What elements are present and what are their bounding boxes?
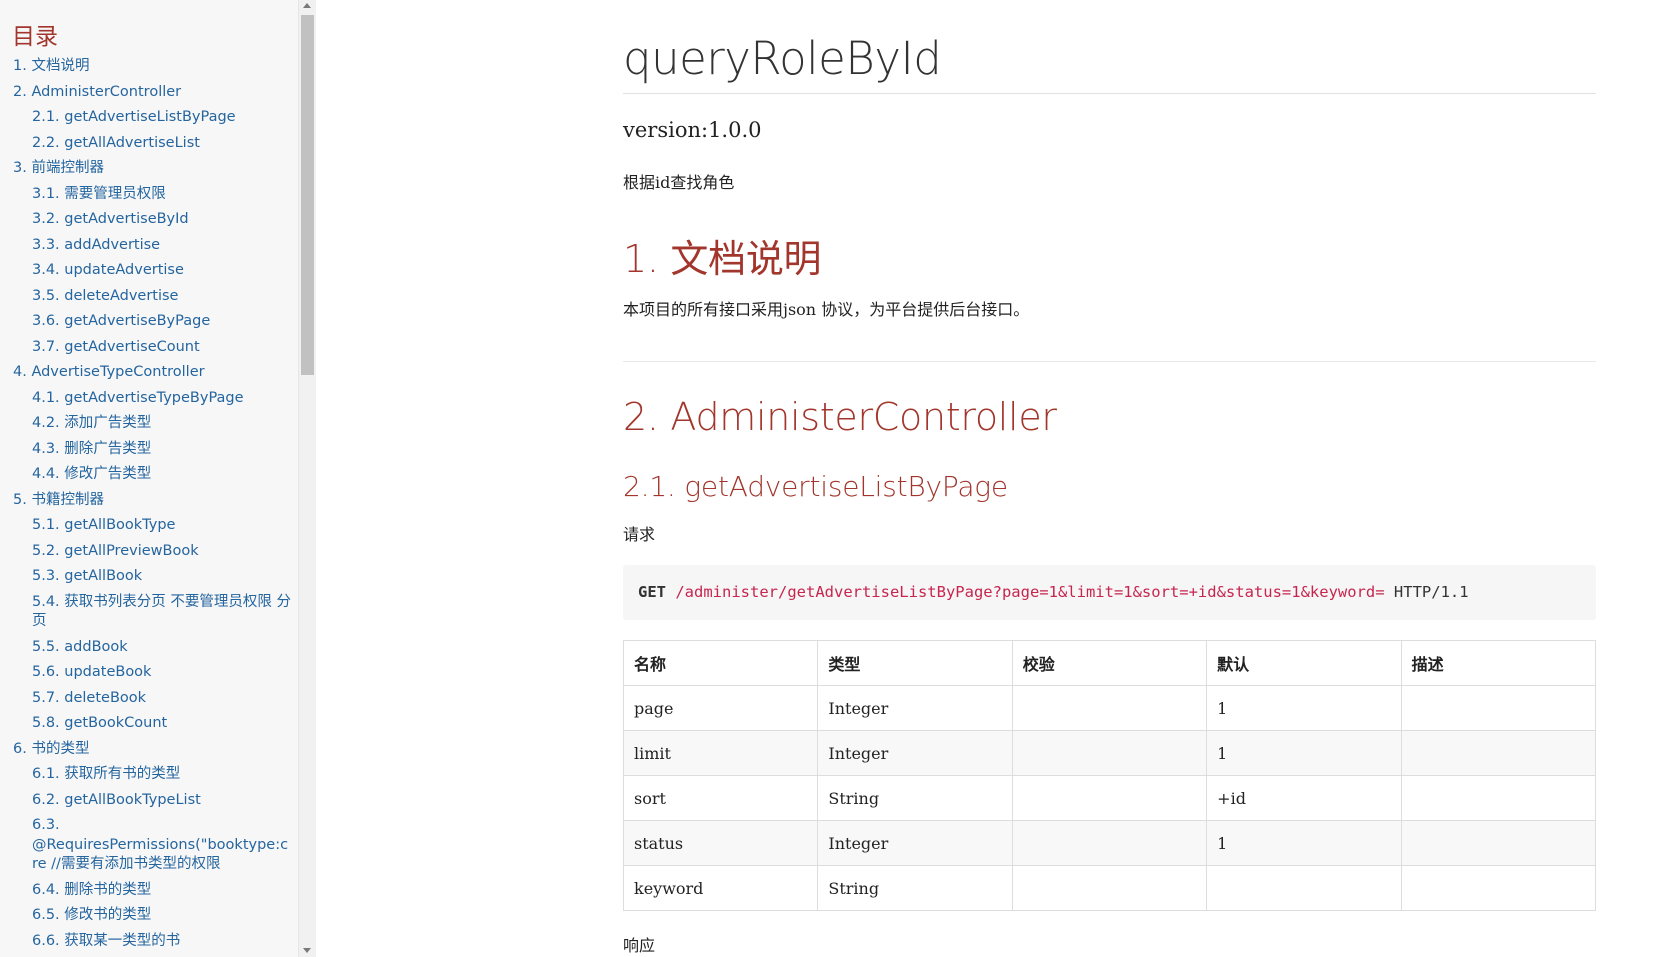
- toc-item[interactable]: 5.5. addBook: [0, 635, 298, 661]
- doc-description: 根据id查找角色: [623, 173, 735, 192]
- table-row: keyword String: [622, 865, 1597, 911]
- params-table-header: 名称 类型 校验 默认 描述: [622, 640, 1597, 686]
- table-cell: 1: [1206, 685, 1402, 731]
- table-cell: [1400, 685, 1597, 731]
- table-cell: [1400, 775, 1597, 821]
- table-cell: limit: [622, 730, 819, 776]
- toc-item[interactable]: 5.4. 获取书列表分页 不要管理员权限 分页: [0, 590, 298, 635]
- toc-item[interactable]: 3.2. getAdvertiseById: [0, 207, 298, 233]
- page-title: queryRoleById: [623, 32, 942, 85]
- http-method: GET: [638, 583, 666, 601]
- toc-item[interactable]: 6.4. 删除书的类型: [0, 878, 298, 904]
- toc-item[interactable]: 6. 书的类型: [0, 737, 298, 763]
- scroll-down-arrow-icon[interactable]: [303, 948, 311, 953]
- table-cell: [1400, 865, 1597, 911]
- toc-item[interactable]: 3.7. getAdvertiseCount: [0, 335, 298, 361]
- toc-item[interactable]: 5.2. getAllPreviewBook: [0, 539, 298, 565]
- table-cell: page: [622, 685, 819, 731]
- toc-item[interactable]: 4.2. 添加广告类型: [0, 411, 298, 437]
- toc-item[interactable]: 6.1. 获取所有书的类型: [0, 762, 298, 788]
- table-cell: [1011, 730, 1208, 776]
- section-heading-admin: 2. AdministerController: [623, 395, 1057, 439]
- table-cell: [1011, 865, 1208, 911]
- section-doc-text: 本项目的所有接口采用json 协议，为平台提供后台接口。: [623, 300, 1030, 319]
- http-version: HTTP/1.1: [1393, 583, 1469, 601]
- toc-item[interactable]: 6.6. 获取某一类型的书: [0, 929, 298, 955]
- table-row: page Integer 1: [622, 685, 1597, 731]
- toc-item[interactable]: 5.1. getAllBookType: [0, 513, 298, 539]
- table-cell: [1400, 730, 1597, 776]
- table-cell: 1: [1206, 820, 1402, 866]
- table-cell: Integer: [817, 730, 1013, 776]
- section-heading-doc: 1. 文档说明: [623, 237, 822, 281]
- table-cell: [1400, 820, 1597, 866]
- toc-item[interactable]: 5. 书籍控制器: [0, 488, 298, 514]
- table-header-cell: 名称: [622, 640, 819, 686]
- toc-item[interactable]: 3.6. getAdvertiseByPage: [0, 309, 298, 335]
- table-cell: 1: [1206, 730, 1402, 776]
- toc-item[interactable]: 5.7. deleteBook: [0, 686, 298, 712]
- toc-item[interactable]: 2.2. getAllAdvertiseList: [0, 131, 298, 157]
- response-label: 响应: [623, 936, 656, 955]
- toc-item[interactable]: 4. AdvertiseTypeController: [0, 360, 298, 386]
- table-cell: [1206, 865, 1402, 911]
- table-row: limit Integer 1: [622, 730, 1597, 776]
- toc-item[interactable]: 2.1. getAdvertiseListByPage: [0, 105, 298, 131]
- table-cell: keyword: [622, 865, 819, 911]
- toc-item[interactable]: 6.3. @RequiresPermissions("booktype:cre …: [0, 813, 298, 878]
- scroll-thumb[interactable]: [301, 15, 314, 375]
- request-url: /administer/getAdvertiseListByPage?page=…: [675, 583, 1385, 601]
- toc-item[interactable]: 2. AdministerController: [0, 80, 298, 106]
- table-header-cell: 类型: [817, 640, 1013, 686]
- table-cell: Integer: [817, 820, 1013, 866]
- table-cell: String: [817, 775, 1013, 821]
- request-code-block: GET /administer/getAdvertiseListByPage?p…: [623, 565, 1596, 620]
- toc-sidebar: 目录 1. 文档说明 2. AdministerController 2.1. ge…: [0, 0, 316, 957]
- toc-item[interactable]: 5.6. updateBook: [0, 660, 298, 686]
- table-cell: Integer: [817, 685, 1013, 731]
- toc-item[interactable]: 3.1. 需要管理员权限: [0, 182, 298, 208]
- table-header-cell: 描述: [1400, 640, 1597, 686]
- toc-item[interactable]: 4.1. getAdvertiseTypeByPage: [0, 386, 298, 412]
- toc-item[interactable]: 3.5. deleteAdvertise: [0, 284, 298, 310]
- toc-scrollbar[interactable]: [298, 0, 316, 957]
- toc-item[interactable]: 3.4. updateAdvertise: [0, 258, 298, 284]
- table-header-cell: 校验: [1011, 640, 1208, 686]
- table-row: sort String +id: [622, 775, 1597, 821]
- toc-item[interactable]: 3.3. addAdvertise: [0, 233, 298, 259]
- toc-item[interactable]: 6.2. getAllBookTypeList: [0, 788, 298, 814]
- toc-title: 目录: [12, 24, 58, 50]
- subsection-heading: 2.1. getAdvertiseListByPage: [623, 470, 1008, 503]
- toc-list: 1. 文档说明 2. AdministerController 2.1. getAd…: [0, 54, 298, 954]
- table-cell: [1011, 775, 1208, 821]
- toc-item[interactable]: 5.8. getBookCount: [0, 711, 298, 737]
- table-cell: sort: [622, 775, 819, 821]
- toc-item[interactable]: 1. 文档说明: [0, 54, 298, 80]
- table-cell: [1011, 820, 1208, 866]
- table-header-cell: 默认: [1206, 640, 1402, 686]
- table-cell: String: [817, 865, 1013, 911]
- section-divider: [623, 361, 1596, 362]
- toc-item[interactable]: 5.3. getAllBook: [0, 564, 298, 590]
- scroll-up-arrow-icon[interactable]: [303, 3, 311, 8]
- version-text: version:1.0.0: [623, 118, 762, 142]
- toc-item[interactable]: 4.3. 删除广告类型: [0, 437, 298, 463]
- table-cell: [1011, 685, 1208, 731]
- table-cell: status: [622, 820, 819, 866]
- title-divider: [623, 93, 1596, 94]
- toc-item[interactable]: 3. 前端控制器: [0, 156, 298, 182]
- toc-item[interactable]: 6.5. 修改书的类型: [0, 903, 298, 929]
- params-table: 名称 类型 校验 默认 描述 page Integer 1 limit Integer 1 sort…: [622, 640, 1597, 911]
- toc-item[interactable]: 4.4. 修改广告类型: [0, 462, 298, 488]
- table-cell: +id: [1206, 775, 1402, 821]
- request-label: 请求: [623, 525, 656, 544]
- table-row: status Integer 1: [622, 820, 1597, 866]
- params-table-body: page Integer 1 limit Integer 1 sort String +id st…: [622, 685, 1597, 911]
